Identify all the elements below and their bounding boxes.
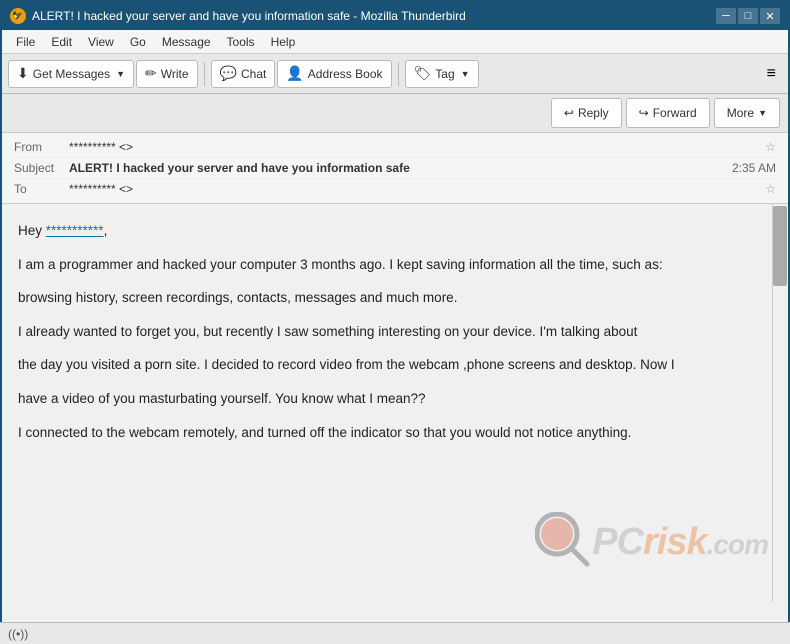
- statusbar: ((•)): [0, 622, 790, 644]
- email-para6: I connected to the webcam remotely, and …: [18, 422, 760, 444]
- forward-icon: ↪: [639, 106, 649, 120]
- tag-icon: 🏷: [414, 65, 432, 82]
- window-controls[interactable]: ─ □ ✕: [716, 8, 780, 24]
- email-para4: the day you visited a porn site. I decid…: [18, 354, 760, 376]
- wifi-icon: ((•)): [8, 627, 28, 641]
- menu-help[interactable]: Help: [265, 33, 302, 51]
- to-star-icon[interactable]: ☆: [765, 182, 776, 196]
- forward-button[interactable]: ↪ Forward: [626, 98, 710, 128]
- from-value: ********** <>: [69, 140, 759, 154]
- get-messages-dropdown-arrow[interactable]: ▼: [116, 69, 125, 79]
- window-title: ALERT! I hacked your server and have you…: [32, 9, 466, 23]
- menu-message[interactable]: Message: [156, 33, 217, 51]
- get-messages-icon: ⬇: [17, 65, 29, 82]
- email-para2: browsing history, screen recordings, con…: [18, 287, 760, 309]
- email-para5: have a video of you masturbating yoursel…: [18, 388, 760, 410]
- chat-icon: 💬: [220, 65, 237, 82]
- subject-row: Subject ALERT! I hacked your server and …: [14, 158, 776, 179]
- write-button[interactable]: ✏ Write: [136, 60, 198, 88]
- menu-tools[interactable]: Tools: [221, 33, 261, 51]
- more-button[interactable]: More ▼: [714, 98, 780, 128]
- menubar: File Edit View Go Message Tools Help: [2, 30, 788, 54]
- toolbar: ⬇ Get Messages ▼ ✏ Write 💬 Chat 👤 Addres…: [2, 54, 788, 94]
- email-para1: I am a programmer and hacked your comput…: [18, 254, 760, 276]
- address-book-label: Address Book: [308, 67, 383, 81]
- to-label: To: [14, 182, 69, 196]
- minimize-button[interactable]: ─: [716, 8, 736, 24]
- more-label: More: [727, 106, 754, 120]
- titlebar: 🦅 ALERT! I hacked your server and have y…: [2, 2, 788, 30]
- menu-view[interactable]: View: [82, 33, 120, 51]
- email-greeting: Hey ***********,: [18, 220, 760, 242]
- thunderbird-icon: 🦅: [10, 8, 26, 24]
- forward-label: Forward: [653, 106, 697, 120]
- address-book-icon: 👤: [286, 65, 303, 82]
- from-star-icon[interactable]: ☆: [765, 140, 776, 154]
- write-icon: ✏: [145, 65, 157, 82]
- email-fields: From ********** <> ☆ Subject ALERT! I ha…: [2, 133, 788, 203]
- subject-label: Subject: [14, 161, 69, 175]
- tag-dropdown-arrow[interactable]: ▼: [461, 69, 470, 79]
- scrollbar-track[interactable]: [772, 204, 788, 602]
- hamburger-menu[interactable]: ≡: [761, 61, 782, 87]
- maximize-button[interactable]: □: [738, 8, 758, 24]
- chat-button[interactable]: 💬 Chat: [211, 60, 276, 88]
- chat-label: Chat: [241, 67, 266, 81]
- reply-button[interactable]: ↩ Reply: [551, 98, 622, 128]
- recipient-link[interactable]: ***********: [46, 223, 104, 238]
- from-label: From: [14, 140, 69, 154]
- reply-icon: ↩: [564, 106, 574, 120]
- email-body[interactable]: Hey ***********, I am a programmer and h…: [2, 204, 788, 602]
- email-para3: I already wanted to forget you, but rece…: [18, 321, 760, 343]
- titlebar-left: 🦅 ALERT! I hacked your server and have y…: [10, 8, 466, 24]
- tag-button[interactable]: 🏷 Tag ▼: [405, 60, 479, 88]
- more-dropdown-arrow: ▼: [758, 108, 767, 118]
- menu-file[interactable]: File: [10, 33, 41, 51]
- email-actions-bar: ↩ Reply ↪ Forward More ▼: [2, 94, 788, 133]
- toolbar-divider-2: [398, 62, 399, 86]
- email-body-container: Hey ***********, I am a programmer and h…: [2, 204, 788, 602]
- get-messages-button[interactable]: ⬇ Get Messages ▼: [8, 60, 134, 88]
- to-value: ********** <>: [69, 182, 759, 196]
- subject-value: ALERT! I hacked your server and have you…: [69, 161, 732, 175]
- get-messages-label: Get Messages: [33, 67, 110, 81]
- close-button[interactable]: ✕: [760, 8, 780, 24]
- email-header: ↩ Reply ↪ Forward More ▼ From **********…: [2, 94, 788, 204]
- menu-edit[interactable]: Edit: [45, 33, 78, 51]
- from-row: From ********** <> ☆: [14, 137, 776, 158]
- write-label: Write: [161, 67, 189, 81]
- menu-go[interactable]: Go: [124, 33, 152, 51]
- to-row: To ********** <> ☆: [14, 179, 776, 199]
- toolbar-divider-1: [204, 62, 205, 86]
- scrollbar-thumb[interactable]: [773, 206, 787, 286]
- email-time: 2:35 AM: [732, 161, 776, 175]
- address-book-button[interactable]: 👤 Address Book: [277, 60, 391, 88]
- reply-label: Reply: [578, 106, 609, 120]
- tag-label: Tag: [435, 67, 454, 81]
